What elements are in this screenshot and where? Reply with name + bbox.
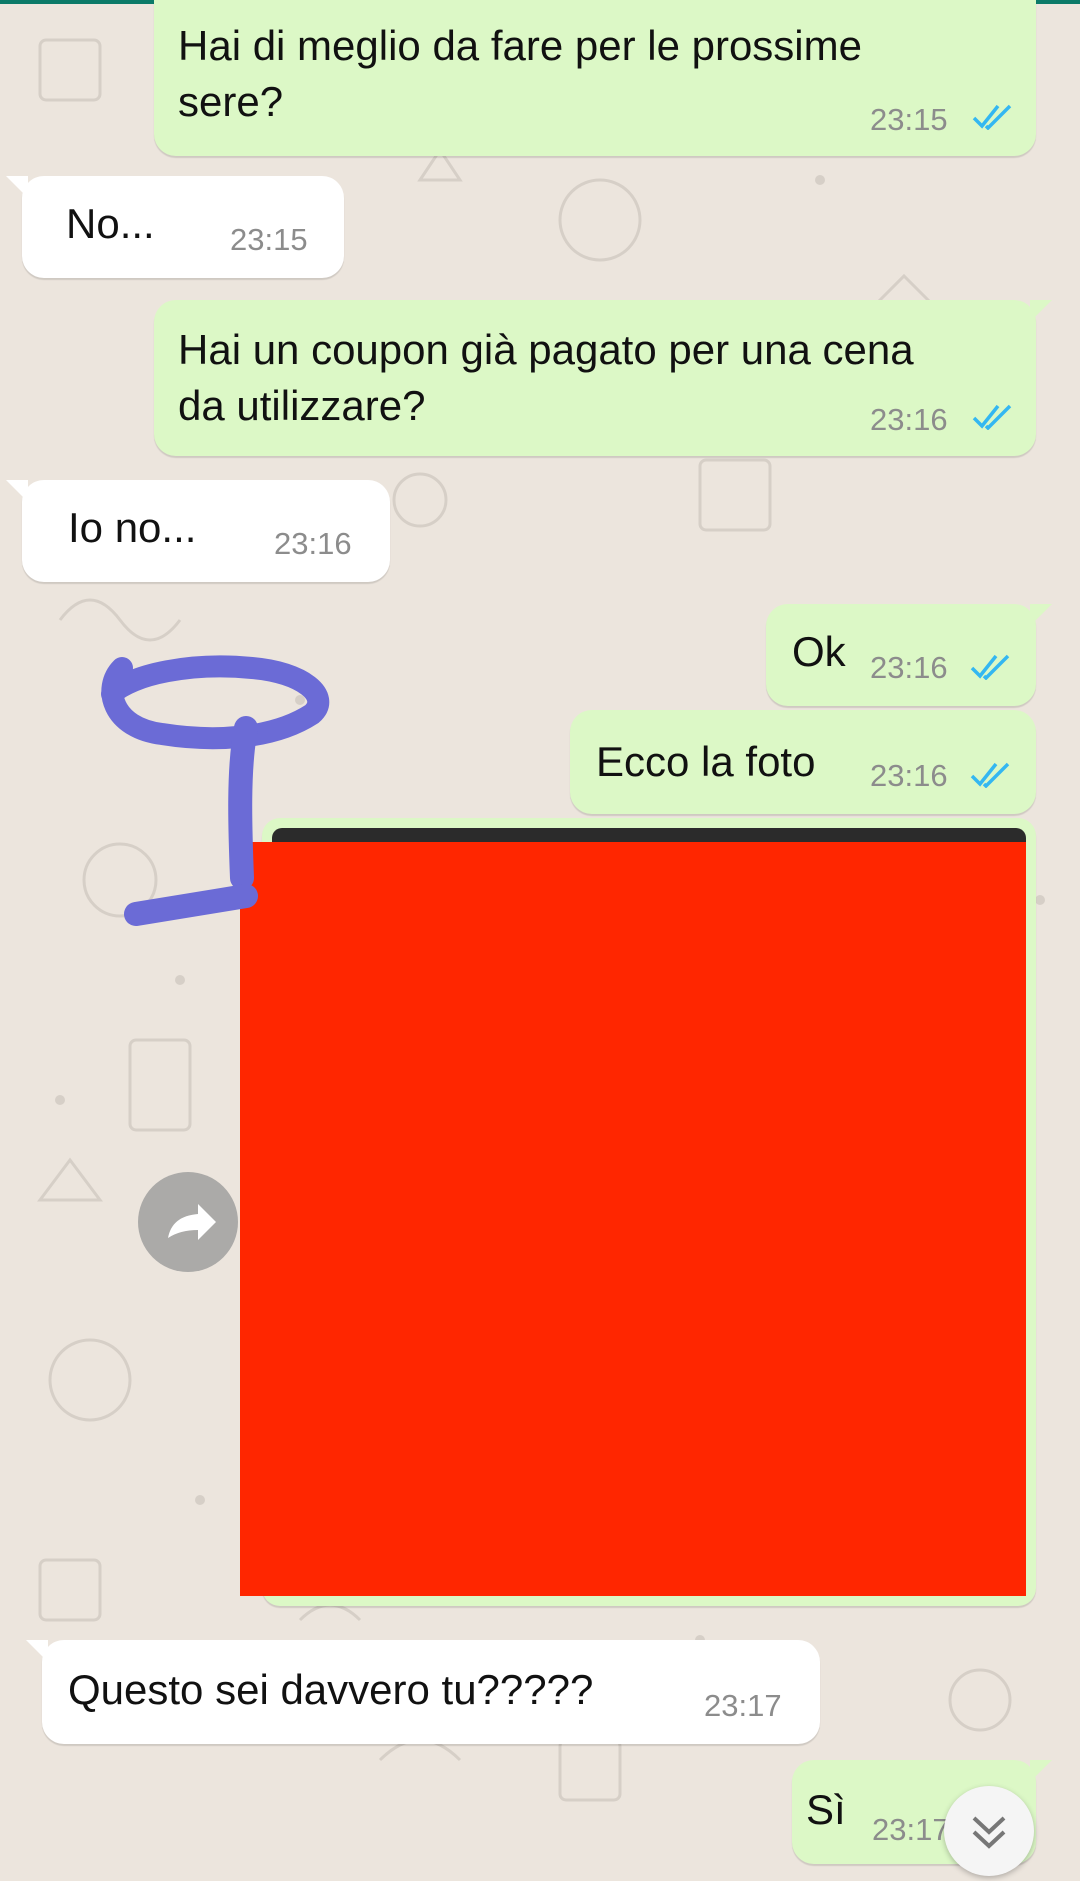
- scribble-annotation: [101, 655, 330, 926]
